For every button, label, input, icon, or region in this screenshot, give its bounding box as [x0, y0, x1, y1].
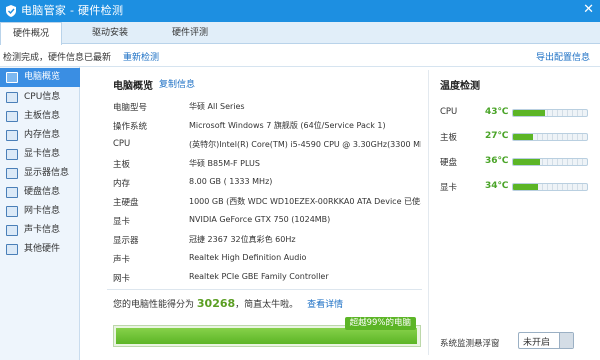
temp-label-hard-disk: 硬盘: [440, 158, 458, 168]
temperature-panel: 温度检测 CPU 43℃ 主板 27℃ 硬盘 36℃ 显卡 34℃ 系统监测悬浮…: [430, 67, 600, 360]
temp-bar-cpu: [512, 109, 588, 117]
row-value: 华硕 B85M-F PLUS: [189, 159, 260, 168]
sidebar-item-sound[interactable]: 声卡信息: [0, 221, 80, 240]
sidebar-item-label: 显示器信息: [24, 168, 70, 178]
row-label: 操作系统: [113, 122, 148, 132]
title-bar: 电脑管家 - 硬件检测 ✕: [0, 0, 600, 22]
temp-bar-fill: [513, 134, 533, 140]
sidebar-item-label: 其他硬件: [24, 244, 61, 254]
tab-hardware-overview[interactable]: 硬件概况: [0, 22, 62, 45]
row-value: NVIDIA GeForce GTX 750 (1024MB): [189, 215, 331, 224]
memory-icon: [6, 130, 18, 141]
shield-icon: [6, 5, 16, 17]
score-line: 您的电脑性能得分为 30268，简直太牛啦。 查看详情: [113, 297, 343, 310]
monitor-float-label: 系统监测悬浮窗: [440, 339, 500, 349]
sidebar-item-display[interactable]: 显示器信息: [0, 164, 80, 183]
performance-progress-fill: [116, 328, 417, 344]
row-value: 1000 GB (西数 WDC WD10EZEX-00RKKA0 ATA Dev…: [189, 197, 421, 206]
row-value: (英特尔)Intel(R) Core(TM) i5-4590 CPU @ 3.3…: [189, 140, 421, 149]
motherboard-icon: [6, 111, 18, 122]
row-label: 显示器: [113, 236, 139, 246]
panel-divider: [428, 70, 429, 355]
export-config-link[interactable]: 导出配置信息: [536, 50, 590, 63]
performance-score: 30268: [196, 297, 236, 310]
tab-driver-install[interactable]: 驱动安装: [72, 22, 148, 44]
tab-bar: 硬件概况 驱动安装 硬件评测: [0, 22, 600, 45]
row-label: CPU: [113, 139, 131, 149]
sidebar-item-other[interactable]: 其他硬件: [0, 240, 80, 259]
performance-progress-bar: 超越99%的电脑: [113, 317, 421, 347]
temp-bar-fill: [513, 110, 545, 116]
sidebar-item-cpu[interactable]: CPU信息: [0, 88, 80, 107]
score-prefix: 您的电脑性能得分为: [113, 300, 195, 310]
temp-label-motherboard: 主板: [440, 133, 458, 143]
sidebar-item-label: 主板信息: [24, 111, 61, 121]
monitor-float-toggle[interactable]: 未开启: [518, 332, 574, 349]
sidebar-item-label: 内存信息: [24, 130, 61, 140]
temp-bar-motherboard: [512, 133, 588, 141]
temp-bar-fill: [513, 159, 540, 165]
temp-value-graphics: 34℃: [485, 181, 509, 191]
recheck-link[interactable]: 重新检测: [123, 50, 159, 63]
copy-info-link[interactable]: 复制信息: [159, 77, 195, 90]
row-value: 冠捷 2367 32位真彩色 60Hz: [189, 235, 296, 244]
status-text: 检测完成，硬件信息已最新: [3, 53, 112, 63]
row-label: 主板: [113, 160, 131, 170]
sound-card-icon: [6, 225, 18, 236]
sidebar-item-label: 显卡信息: [24, 149, 61, 159]
section-title: 电脑概览: [113, 81, 153, 92]
monitor-icon: [6, 72, 18, 83]
sidebar-item-label: 网卡信息: [24, 206, 61, 216]
tab-hardware-benchmark[interactable]: 硬件评测: [152, 22, 228, 44]
cpu-icon: [6, 92, 18, 103]
network-card-icon: [6, 206, 18, 217]
temp-label-graphics: 显卡: [440, 183, 458, 193]
temperature-title: 温度检测: [440, 81, 480, 92]
hard-disk-icon: [6, 187, 18, 198]
score-suffix: ，简直太牛啦。: [235, 300, 299, 310]
other-hardware-icon: [6, 244, 18, 255]
view-details-link[interactable]: 查看详情: [307, 300, 343, 310]
sidebar-item-label: 硬盘信息: [24, 187, 61, 197]
sidebar-item-network[interactable]: 网卡信息: [0, 202, 80, 221]
sidebar: 电脑概览 CPU信息 主板信息 内存信息 显卡信息 显示器信息 硬盘信息 网卡信…: [0, 67, 80, 360]
row-value: 华硕 All Series: [189, 102, 245, 111]
toggle-knob: [559, 333, 573, 348]
row-value: Realtek High Definition Audio: [189, 253, 307, 262]
row-value: 8.00 GB ( 1333 MHz): [189, 177, 273, 186]
sidebar-item-overview[interactable]: 电脑概览: [0, 68, 80, 87]
row-label: 显卡: [113, 217, 131, 227]
temp-value-hard-disk: 36℃: [485, 156, 509, 166]
temp-bar-hard-disk: [512, 158, 588, 166]
graphics-card-icon: [6, 149, 18, 160]
window-title: 电脑管家 - 硬件检测: [21, 4, 124, 17]
sidebar-item-label: CPU信息: [24, 92, 61, 102]
temp-bar-fill: [513, 184, 538, 190]
sidebar-item-graphics[interactable]: 显卡信息: [0, 145, 80, 164]
row-label: 内存: [113, 179, 131, 189]
row-value: Realtek PCIe GBE Family Controller: [189, 272, 329, 281]
sidebar-item-label: 声卡信息: [24, 225, 61, 235]
sidebar-item-memory[interactable]: 内存信息: [0, 126, 80, 145]
temp-value-cpu: 43℃: [485, 107, 509, 117]
overview-panel: 电脑概览 复制信息 电脑型号 华硕 All Series 操作系统 Micros…: [81, 67, 426, 360]
beat-percent-badge: 超越99%的电脑: [344, 317, 416, 330]
row-value: Microsoft Windows 7 旗舰版 (64位/Service Pac…: [189, 121, 386, 130]
status-row: 检测完成，硬件信息已最新 重新检测 导出配置信息: [0, 45, 600, 67]
sidebar-item-label: 电脑概览: [24, 72, 61, 82]
row-label: 电脑型号: [113, 103, 148, 113]
sidebar-item-hard-disk[interactable]: 硬盘信息: [0, 183, 80, 202]
row-label: 声卡: [113, 255, 131, 265]
temp-bar-graphics: [512, 183, 588, 191]
toggle-label: 未开启: [523, 338, 551, 348]
close-icon[interactable]: ✕: [583, 2, 594, 18]
row-label: 网卡: [113, 274, 131, 284]
divider: [107, 289, 422, 290]
temp-label-cpu: CPU: [440, 107, 458, 117]
display-icon: [6, 168, 18, 179]
temp-value-motherboard: 27℃: [485, 131, 509, 141]
row-label: 主硬盘: [113, 198, 139, 208]
sidebar-item-motherboard[interactable]: 主板信息: [0, 107, 80, 126]
